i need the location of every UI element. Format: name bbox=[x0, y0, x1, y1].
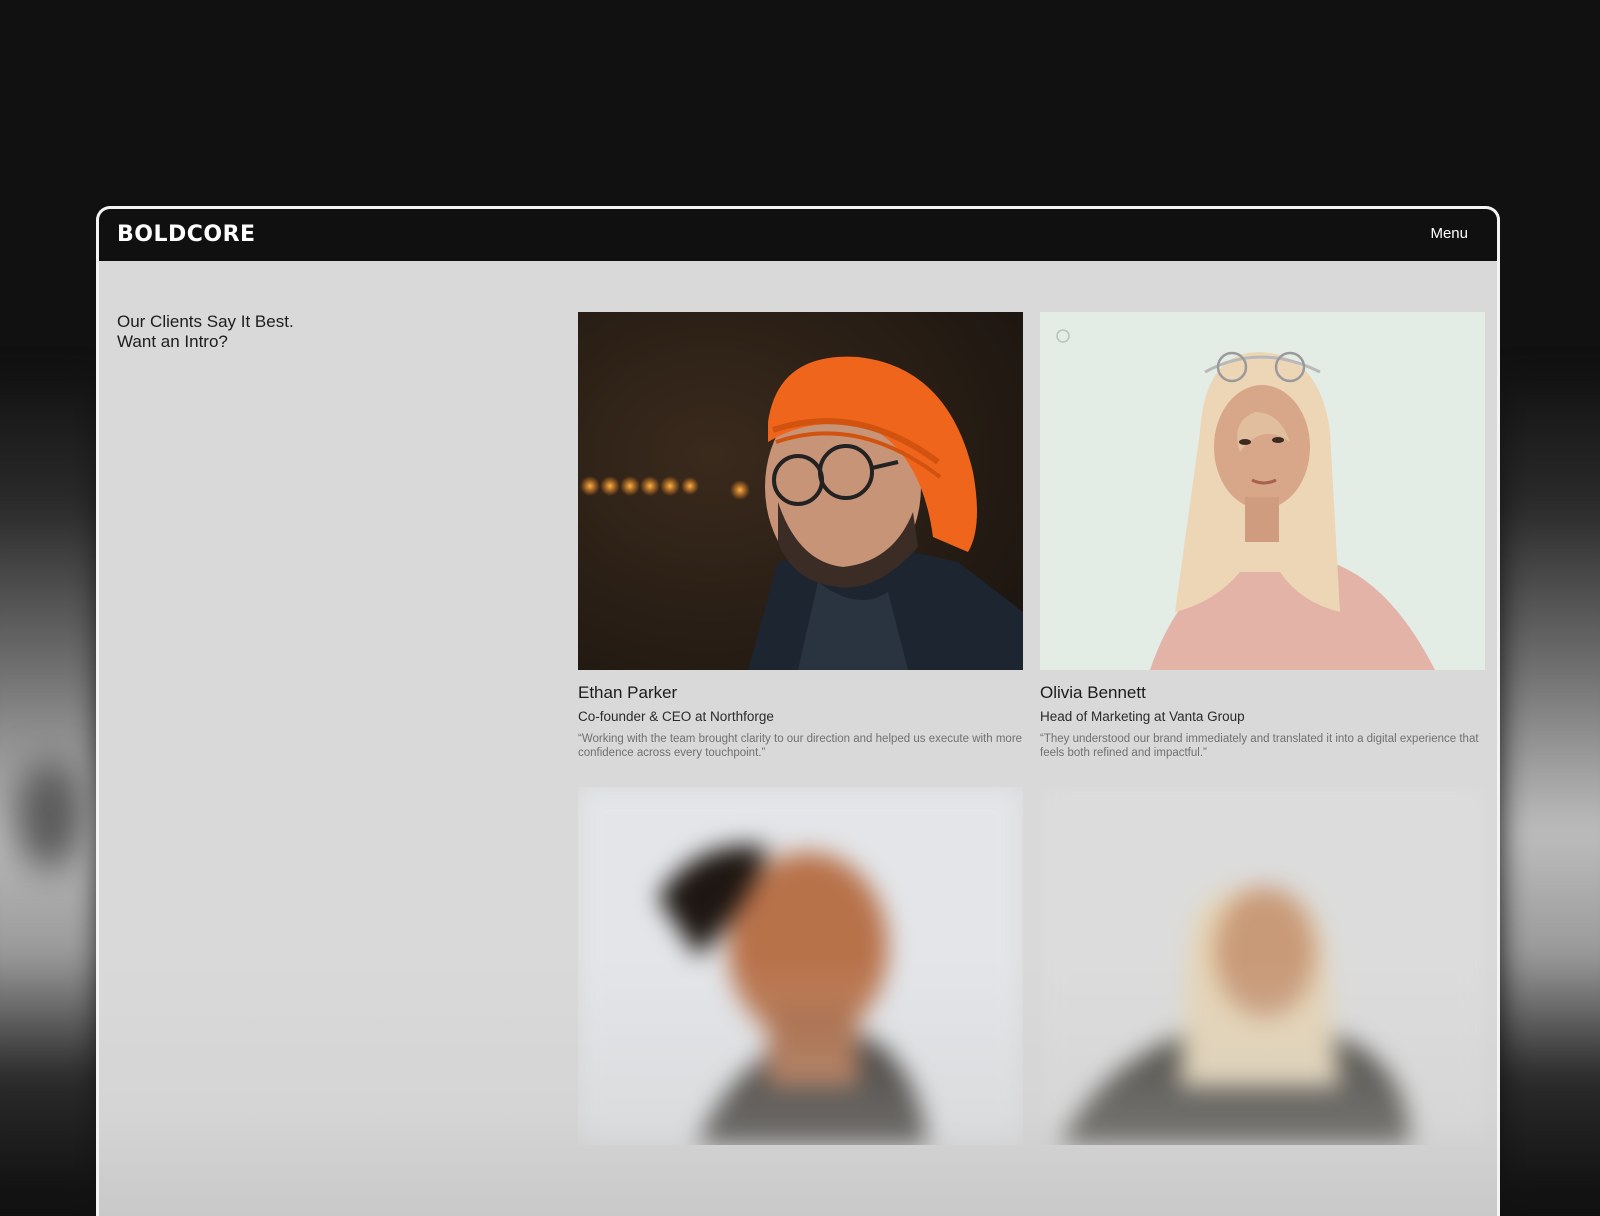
client-photo bbox=[1040, 312, 1485, 670]
client-photo bbox=[578, 312, 1023, 670]
client-quote: “Working with the team brought clarity t… bbox=[578, 733, 1023, 759]
section-headline: Our Clients Say It Best. Want an Intro? bbox=[117, 312, 294, 352]
client-quote: “They understood our brand immediately a… bbox=[1040, 733, 1479, 759]
client-name: Olivia Bennett bbox=[1040, 683, 1146, 702]
client-name: Ethan Parker bbox=[578, 683, 678, 702]
site-header: BOLDCORE Menu bbox=[99, 209, 1497, 261]
menu-button[interactable]: Menu bbox=[1430, 224, 1468, 244]
client-role: Head of Marketing at Vanta Group bbox=[1040, 709, 1245, 724]
bottom-fade-overlay bbox=[99, 956, 1497, 1216]
headline-line-2: Want an Intro? bbox=[117, 332, 228, 351]
brand-logo[interactable]: BOLDCORE bbox=[117, 222, 256, 248]
background-blur-right bbox=[1500, 380, 1600, 1200]
background-blur-shape bbox=[15, 760, 85, 870]
headline-line-1: Our Clients Say It Best. bbox=[117, 312, 294, 331]
client-role: Co-founder & CEO at Northforge bbox=[578, 709, 774, 724]
browser-frame: BOLDCORE Menu Our Clients Say It Best. W… bbox=[96, 206, 1500, 1216]
